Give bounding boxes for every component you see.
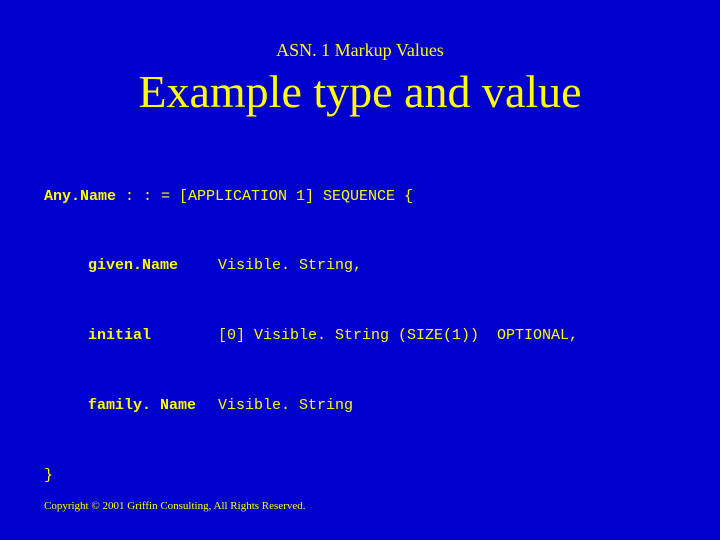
asn-type-name: Any.Name xyxy=(44,188,116,205)
asn-line-1: Any.Name : : = [APPLICATION 1] SEQUENCE … xyxy=(44,185,720,208)
asn-field-family-name: family. Name xyxy=(88,394,218,417)
asn-field-initial-type: [0] Visible. String (SIZE(1)) OPTIONAL, xyxy=(218,327,578,344)
asn-field-given-name: given.Name xyxy=(88,254,218,277)
asn-close-brace: } xyxy=(44,464,720,487)
slide-subtitle: ASN. 1 Markup Values xyxy=(0,0,720,61)
asn-field-family: family. NameVisible. String xyxy=(44,394,720,417)
asn-field-family-type: Visible. String xyxy=(218,397,353,414)
asn-field-initial: initial[0] Visible. String (SIZE(1)) OPT… xyxy=(44,324,720,347)
slide: ASN. 1 Markup Values Example type and va… xyxy=(0,0,720,540)
copyright-footer: Copyright © 2001 Griffin Consulting, All… xyxy=(44,500,305,512)
asn-definition-block: Any.Name : : = [APPLICATION 1] SEQUENCE … xyxy=(44,138,720,533)
slide-title: Example type and value xyxy=(0,65,720,118)
asn-line-1-rest: : : = [APPLICATION 1] SEQUENCE { xyxy=(116,188,413,205)
asn-field-given-type: Visible. String, xyxy=(218,257,362,274)
asn-field-initial-name: initial xyxy=(88,324,218,347)
asn-field-given: given.NameVisible. String, xyxy=(44,254,720,277)
